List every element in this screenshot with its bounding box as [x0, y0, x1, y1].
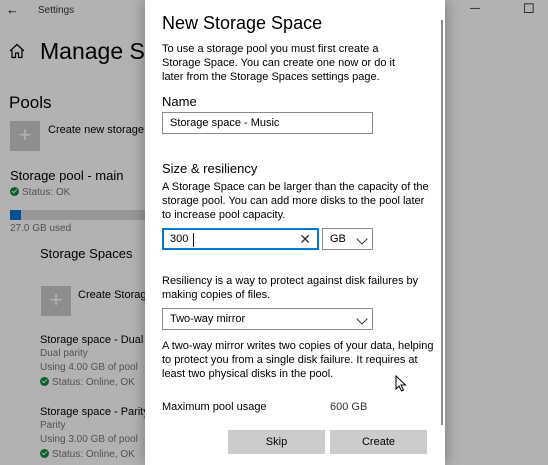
- size-resiliency-heading: Size & resiliency: [162, 161, 258, 176]
- mirror-description: A two-way mirror writes two copies of yo…: [162, 340, 434, 380]
- unit-dropdown[interactable]: GB: [322, 228, 373, 250]
- size-value: 300: [170, 233, 189, 245]
- size-description: A Storage Space can be larger than the c…: [162, 181, 429, 221]
- dialog-intro: To use a storage pool you must first cre…: [162, 43, 395, 83]
- size-field[interactable]: 300 ✕: [162, 228, 319, 250]
- unit-value: GB: [330, 233, 346, 245]
- chevron-down-icon: [356, 233, 368, 245]
- dialog-title: New Storage Space: [162, 13, 323, 33]
- skip-button[interactable]: Skip: [228, 430, 325, 454]
- name-field[interactable]: Storage space - Music: [162, 112, 373, 134]
- max-pool-usage-value: 600 GB: [330, 401, 368, 413]
- resiliency-dropdown[interactable]: Two-way mirror: [162, 308, 373, 330]
- mouse-cursor-icon: [395, 375, 407, 392]
- clear-icon[interactable]: ✕: [299, 230, 311, 248]
- new-storage-space-dialog: New Storage Space To use a storage pool …: [145, 0, 445, 465]
- create-button[interactable]: Create: [330, 430, 427, 454]
- resiliency-value: Two-way mirror: [170, 313, 246, 325]
- dialog-scrollbar[interactable]: [441, 20, 443, 425]
- max-pool-usage-label: Maximum pool usage: [162, 401, 267, 413]
- text-caret: [193, 233, 194, 247]
- chevron-down-icon: [356, 313, 368, 325]
- name-label: Name: [162, 94, 197, 109]
- resiliency-description: Resiliency is a way to protect against d…: [162, 275, 419, 301]
